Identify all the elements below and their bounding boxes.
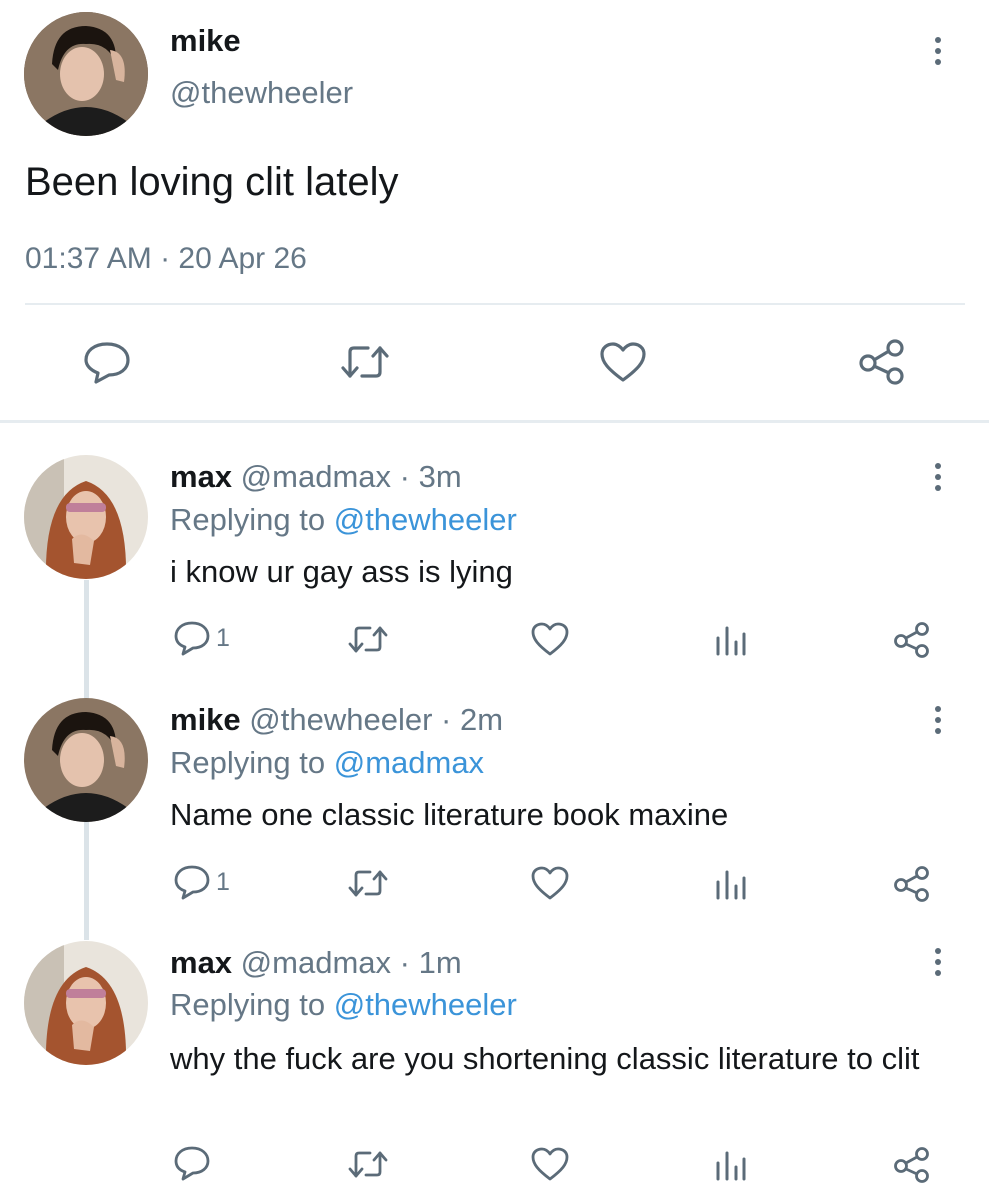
like-icon[interactable] bbox=[530, 865, 570, 901]
share-icon[interactable] bbox=[892, 1146, 932, 1184]
replying-to-handle[interactable]: @madmax bbox=[334, 745, 484, 780]
like-icon[interactable] bbox=[530, 1146, 570, 1182]
reply-handle[interactable]: @madmax bbox=[241, 459, 391, 494]
share-icon[interactable] bbox=[857, 338, 907, 386]
replying-to-line: Replying to @thewheeler bbox=[170, 502, 517, 538]
share-icon[interactable] bbox=[892, 865, 932, 903]
replying-to-line: Replying to @thewheeler bbox=[170, 987, 517, 1023]
reply-icon[interactable] bbox=[172, 1145, 216, 1181]
avatar[interactable] bbox=[24, 455, 148, 579]
more-options-icon[interactable] bbox=[933, 463, 943, 491]
replying-to-label: Replying to bbox=[170, 502, 326, 537]
reply-time[interactable]: · 3m bbox=[400, 459, 462, 494]
reply-count: 1 bbox=[216, 623, 230, 652]
reply-header: max @madmax · 3m bbox=[170, 459, 462, 495]
author-handle[interactable]: @thewheeler bbox=[170, 75, 353, 111]
reply-count: 1 bbox=[216, 867, 230, 896]
like-icon[interactable] bbox=[530, 621, 570, 657]
analytics-icon[interactable] bbox=[714, 1149, 748, 1181]
reply-text: why the fuck are you shortening classic … bbox=[170, 1041, 920, 1076]
reply-display-name[interactable]: max bbox=[170, 459, 232, 494]
retweet-icon[interactable] bbox=[346, 867, 390, 899]
retweet-icon[interactable] bbox=[338, 342, 392, 382]
reply-header: mike @thewheeler · 2m bbox=[170, 702, 503, 738]
retweet-icon[interactable] bbox=[346, 623, 390, 655]
reply-icon[interactable] bbox=[82, 340, 132, 384]
reply-display-name[interactable]: mike bbox=[170, 702, 241, 737]
reply-display-name[interactable]: max bbox=[170, 945, 232, 980]
author-display-name[interactable]: mike bbox=[170, 23, 241, 59]
tweet-timestamp[interactable]: 01:37 AM · 20 Apr 26 bbox=[25, 242, 307, 276]
replying-to-label: Replying to bbox=[170, 987, 326, 1022]
avatar[interactable] bbox=[24, 941, 148, 1065]
avatar[interactable] bbox=[24, 12, 148, 136]
analytics-icon[interactable] bbox=[714, 868, 748, 900]
reply-icon[interactable]: 1 bbox=[172, 620, 230, 656]
analytics-icon[interactable] bbox=[714, 624, 748, 656]
reply-handle[interactable]: @thewheeler bbox=[249, 702, 432, 737]
reply-text: i know ur gay ass is lying bbox=[170, 554, 513, 589]
tweet-text: Been loving clit lately bbox=[25, 160, 399, 204]
avatar[interactable] bbox=[24, 698, 148, 822]
reply-header: max @madmax · 1m bbox=[170, 945, 462, 981]
reply-handle[interactable]: @madmax bbox=[241, 945, 391, 980]
replying-to-handle[interactable]: @thewheeler bbox=[334, 502, 517, 537]
section-divider bbox=[0, 420, 989, 423]
like-icon[interactable] bbox=[598, 340, 648, 384]
more-options-icon[interactable] bbox=[933, 37, 943, 65]
more-options-icon[interactable] bbox=[933, 948, 943, 976]
share-icon[interactable] bbox=[892, 621, 932, 659]
replying-to-handle[interactable]: @thewheeler bbox=[334, 987, 517, 1022]
reply-text: Name one classic literature book maxine bbox=[170, 797, 729, 832]
retweet-icon[interactable] bbox=[346, 1148, 390, 1180]
reply-time[interactable]: · 1m bbox=[400, 945, 462, 980]
more-options-icon[interactable] bbox=[933, 706, 943, 734]
reply-time[interactable]: · 2m bbox=[441, 702, 503, 737]
replying-to-line: Replying to @madmax bbox=[170, 745, 484, 781]
reply-icon[interactable]: 1 bbox=[172, 864, 230, 900]
divider bbox=[25, 303, 965, 305]
replying-to-label: Replying to bbox=[170, 745, 326, 780]
